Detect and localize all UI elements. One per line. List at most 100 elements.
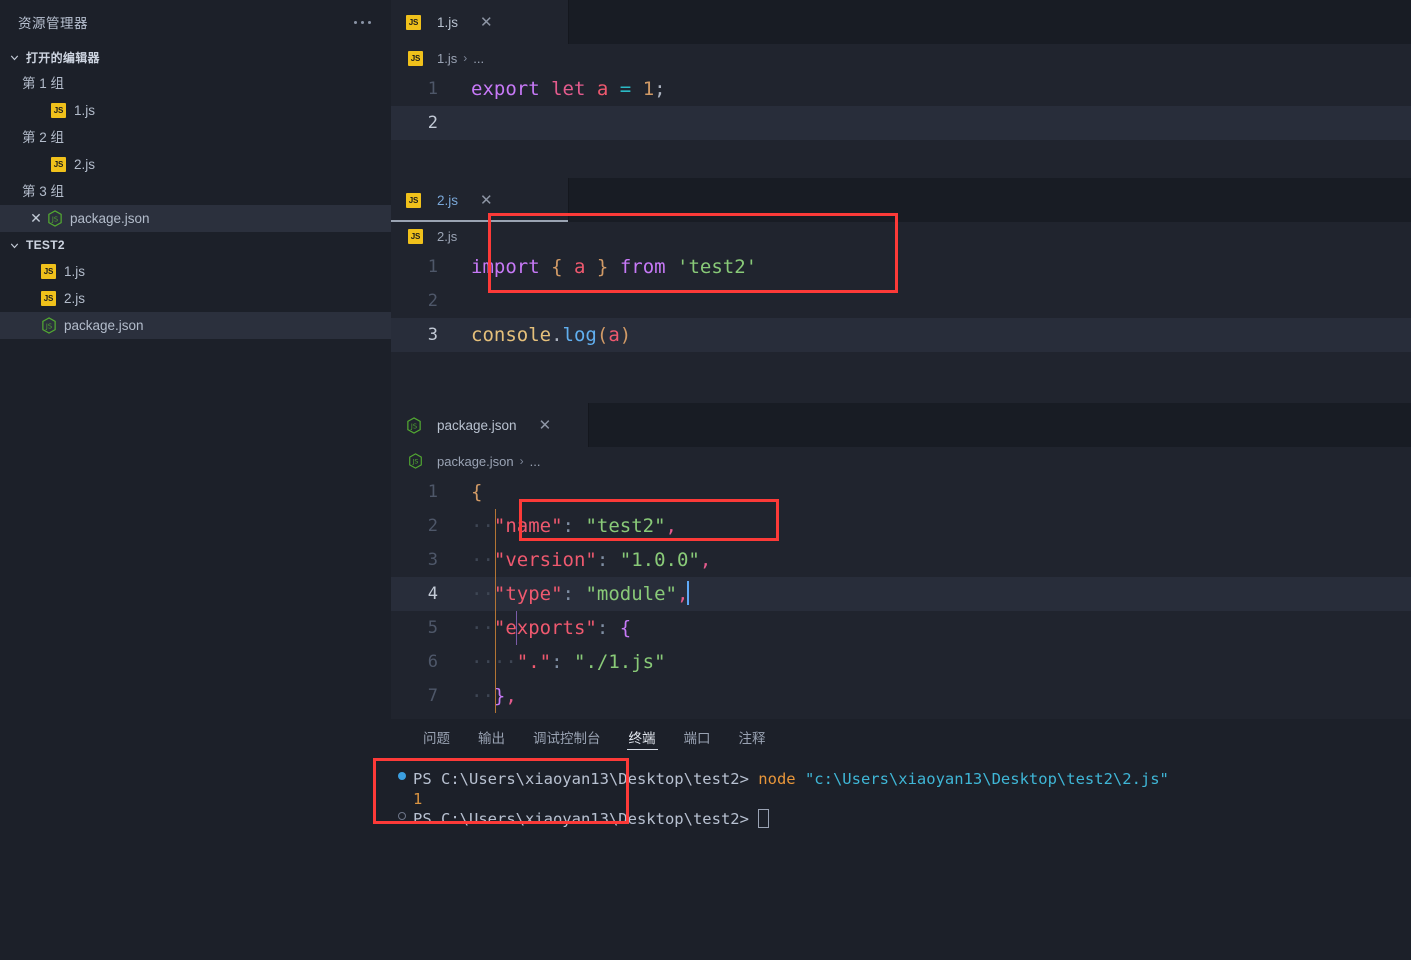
panel-tab-0[interactable]: 问题 <box>409 719 464 755</box>
open-editor-item-packagejson[interactable]: ✕ JS package.json <box>0 205 391 232</box>
terminal-prompt: PS C:\Users\xiaoyan13\Desktop\test2> <box>413 809 758 829</box>
command-success-icon <box>391 769 413 780</box>
js-file-icon: JS <box>407 50 424 67</box>
code-token: a <box>608 324 619 346</box>
code-token: a <box>574 256 585 278</box>
code-token: export <box>471 78 540 100</box>
file-label: package.json <box>64 319 144 333</box>
close-icon[interactable]: ✕ <box>26 210 46 227</box>
code-text: ··"version": "1.0.0", <box>469 543 1411 577</box>
breadcrumb-separator: › <box>463 51 467 65</box>
code-token <box>608 78 619 100</box>
code-token: ·· <box>471 515 494 537</box>
code-line[interactable]: 1export let a = 1; <box>391 72 1411 106</box>
tab-label: 1.js <box>437 15 458 30</box>
code-line[interactable]: 2 <box>391 284 1411 318</box>
tab-close-icon[interactable]: ✕ <box>480 15 493 30</box>
tabbar-group-1: JS 1.js ✕ <box>391 0 1411 44</box>
code-token <box>563 651 574 673</box>
line-number: 2 <box>391 284 469 318</box>
js-file-icon: JS <box>407 228 424 245</box>
line-number: 3 <box>391 543 469 577</box>
js-file-icon: JS <box>405 14 422 31</box>
editor-group-1-label: 第 1 组 <box>0 70 391 97</box>
code-token: : <box>563 583 574 605</box>
panel-tab-3[interactable]: 终端 <box>615 719 670 755</box>
breadcrumb-rest: ... <box>473 51 484 66</box>
code-text: ··"type": "module", <box>469 577 1411 611</box>
code-token <box>563 256 574 278</box>
open-editor-label: 1.js <box>74 104 95 118</box>
breadcrumb-group-1[interactable]: JS 1.js › ... <box>391 44 1411 72</box>
breadcrumb-group-2[interactable]: JS 2.js <box>391 222 1411 250</box>
code-token: : <box>551 651 562 673</box>
breadcrumb-group-3[interactable]: JS package.json › ... <box>391 447 1411 475</box>
node-file-icon: JS <box>46 210 63 227</box>
line-number: 7 <box>391 679 469 713</box>
open-editor-item-1js[interactable]: JS 1.js <box>0 97 391 124</box>
code-token: "./1.js" <box>574 651 666 673</box>
code-token: log <box>563 324 597 346</box>
code-line[interactable]: 2··"name": "test2", <box>391 509 1411 543</box>
tab-1js[interactable]: JS 1.js ✕ <box>391 0 569 44</box>
chevron-down-icon <box>6 49 22 65</box>
tab-2js[interactable]: JS 2.js ✕ <box>391 178 569 222</box>
ellipsis-icon[interactable] <box>350 17 375 28</box>
terminal-view[interactable]: PS C:\Users\xiaoyan13\Desktop\test2> nod… <box>391 755 1411 960</box>
panel-tab-5[interactable]: 注释 <box>725 719 780 755</box>
line-number: 1 <box>391 250 469 284</box>
folder-header-test2[interactable]: TEST2 <box>0 232 391 258</box>
code-token: "module" <box>585 583 677 605</box>
line-number: 4 <box>391 577 469 611</box>
code-token: ·· <box>471 549 494 571</box>
file-label: 2.js <box>64 292 85 306</box>
open-editor-item-2js[interactable]: JS 2.js <box>0 151 391 178</box>
open-editors-header[interactable]: 打开的编辑器 <box>0 44 391 70</box>
code-token: "version" <box>494 549 597 571</box>
code-token: "1.0.0" <box>620 549 700 571</box>
code-line[interactable]: 3console.log(a) <box>391 318 1411 352</box>
file-item-packagejson[interactable]: JS package.json <box>0 312 391 339</box>
code-text: import { a } from 'test2' <box>469 250 1411 284</box>
terminal-line: PS C:\Users\xiaoyan13\Desktop\test2> <box>391 809 1411 829</box>
code-line[interactable]: 4··"type": "module", <box>391 577 1411 611</box>
panel-tab-1[interactable]: 输出 <box>464 719 519 755</box>
panel-tab-2[interactable]: 调试控制台 <box>519 719 615 755</box>
code-token: . <box>551 324 562 346</box>
panel-tabs: 问题输出调试控制台终端端口注释 <box>391 719 1411 755</box>
tabbar-filler <box>569 178 1411 222</box>
open-editors-label: 打开的编辑器 <box>26 49 100 66</box>
tab-packagejson[interactable]: JS package.json ✕ <box>391 403 589 447</box>
code-text <box>469 106 1411 140</box>
breadcrumb-rest: ... <box>530 454 541 469</box>
code-text: ··}, <box>469 679 1411 713</box>
tab-close-icon[interactable]: ✕ <box>480 193 493 208</box>
node-file-icon: JS <box>40 317 57 334</box>
file-item-2js[interactable]: JS 2.js <box>0 285 391 312</box>
explorer-header: 资源管理器 <box>0 0 391 44</box>
code-line[interactable]: 1import { a } from 'test2' <box>391 250 1411 284</box>
explorer-sidebar: 资源管理器 打开的编辑器 第 1 组 JS 1.js 第 2 组 JS <box>0 0 391 960</box>
group-label-text: 第 1 组 <box>22 77 64 91</box>
line-number: 1 <box>391 475 469 509</box>
code-line[interactable]: 6····".": "./1.js" <box>391 645 1411 679</box>
file-label: 1.js <box>64 265 85 279</box>
code-line[interactable]: 7··}, <box>391 679 1411 713</box>
code-line[interactable]: 1{ <box>391 475 1411 509</box>
code-line[interactable]: 2 <box>391 106 1411 140</box>
file-item-1js[interactable]: JS 1.js <box>0 258 391 285</box>
code-line[interactable]: 5··"exports": { <box>391 611 1411 645</box>
editor-group-3-label: 第 3 组 <box>0 178 391 205</box>
tab-close-icon[interactable]: ✕ <box>539 418 552 433</box>
code-token: ·· <box>471 685 494 707</box>
code-line[interactable]: 3··"version": "1.0.0", <box>391 543 1411 577</box>
code-content-1js[interactable]: 1export let a = 1;2 <box>391 72 1411 140</box>
code-content-2js[interactable]: 1import { a } from 'test2'23console.log(… <box>391 250 1411 352</box>
code-content-packagejson[interactable]: 1{2··"name": "test2",3··"version": "1.0.… <box>391 475 1411 713</box>
group-label-text: 第 3 组 <box>22 185 64 199</box>
code-token: let <box>551 78 585 100</box>
code-token: , <box>505 685 516 707</box>
panel-tab-4[interactable]: 端口 <box>670 719 725 755</box>
svg-text:JS: JS <box>50 215 57 223</box>
open-editor-label: package.json <box>70 212 150 226</box>
